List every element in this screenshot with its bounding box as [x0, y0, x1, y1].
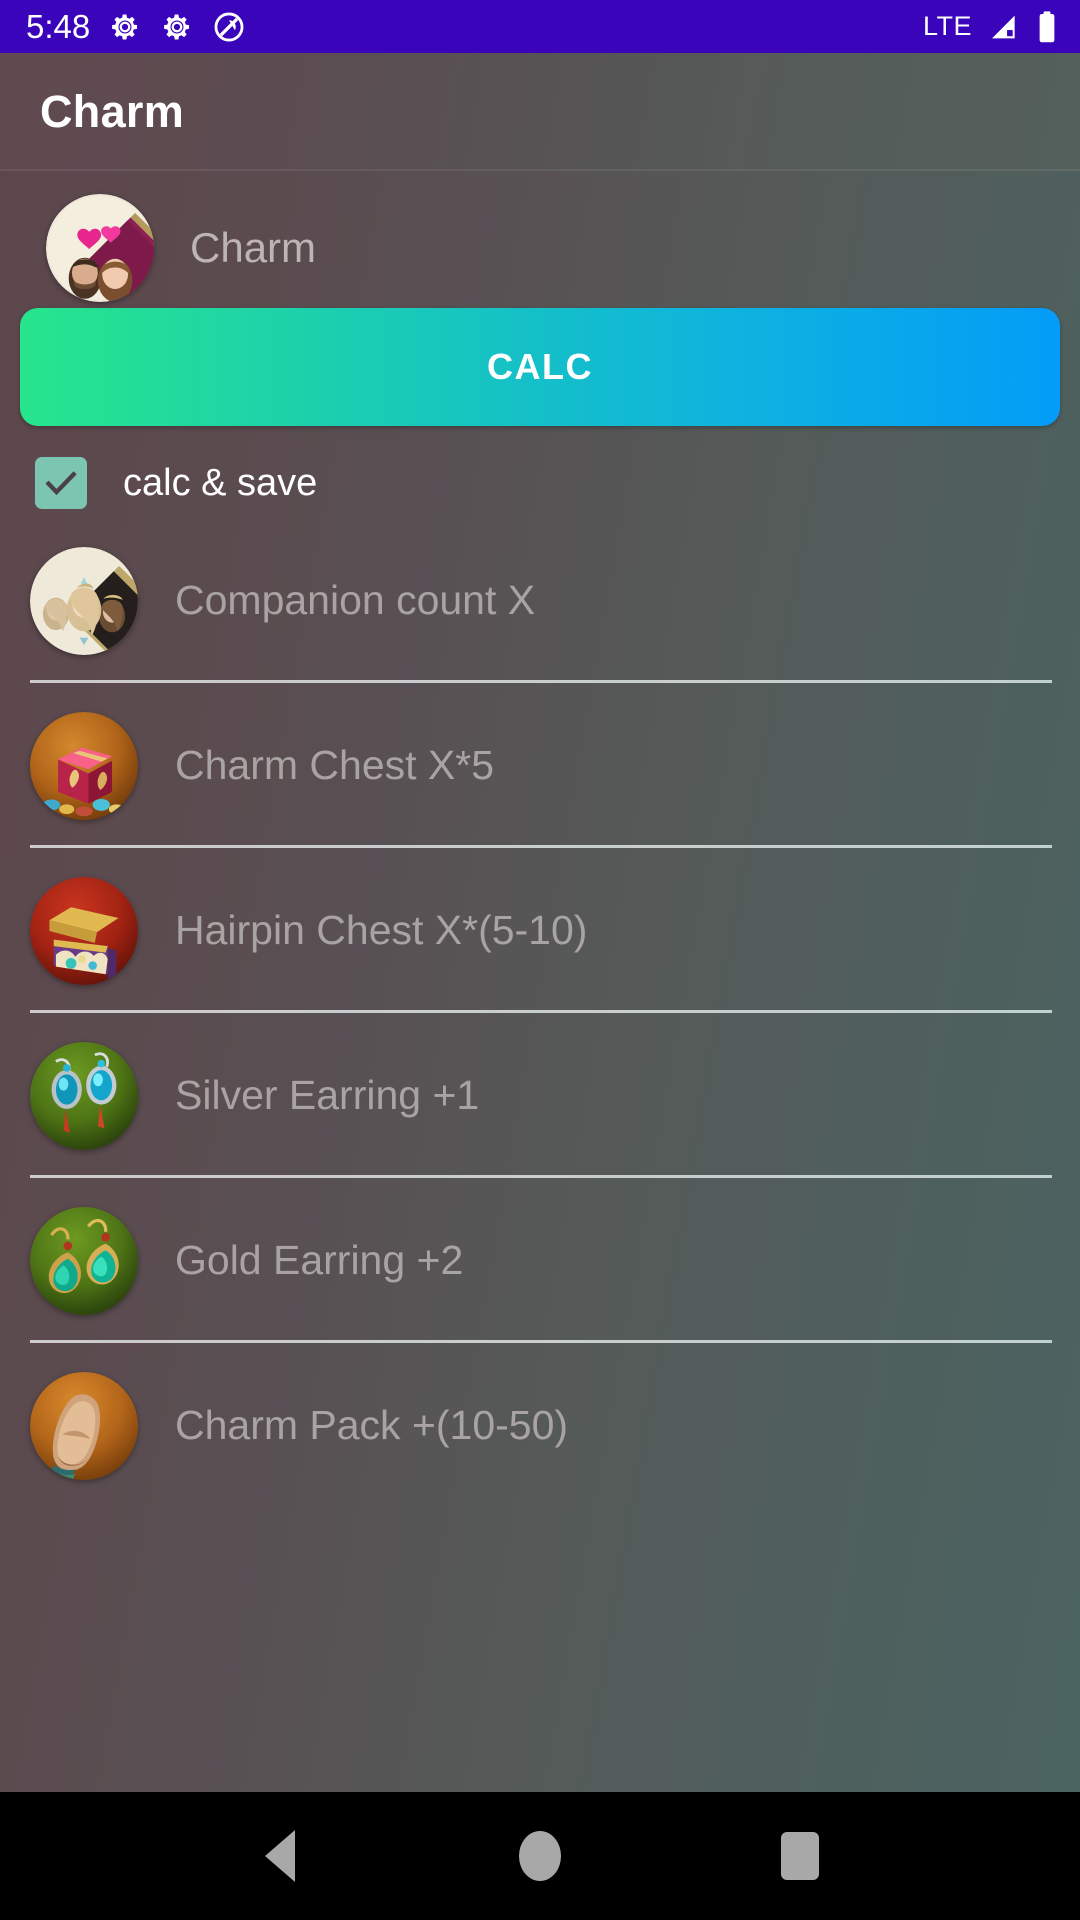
main-content: Charm CALC calc & save Companion count X…: [0, 171, 1080, 1792]
battery-icon: [1036, 10, 1058, 44]
list-item[interactable]: Hairpin Chest X*(5-10): [0, 848, 1080, 1013]
network-type-label: LTE: [922, 11, 972, 41]
list-item[interactable]: Companion count X: [0, 518, 1080, 683]
list-item[interactable]: Silver Earring +1: [0, 1013, 1080, 1178]
status-bar-left: 5:48: [26, 10, 246, 44]
app-bar: Charm: [0, 53, 1080, 171]
recents-button[interactable]: [745, 1801, 855, 1911]
list-item-label: Hairpin Chest X*(5-10): [175, 907, 588, 953]
phone-screen: 5:48 LTE Charm Charm CALC calc & save Co…: [0, 0, 1080, 1920]
home-icon: [519, 1831, 561, 1881]
list-item-label: Charm Chest X*5: [175, 742, 495, 788]
companions-icon: [30, 546, 138, 655]
recents-icon: [781, 1832, 819, 1880]
signal-icon: [986, 11, 1022, 43]
charm-header-row[interactable]: Charm: [0, 171, 1080, 302]
list-item-label: Companion count X: [175, 577, 536, 623]
do-not-disturb-icon: [212, 10, 246, 44]
list-item[interactable]: Gold Earring +2: [0, 1178, 1080, 1343]
calc-button-container: CALC: [0, 296, 1080, 426]
status-bar-right: LTE: [923, 10, 1058, 44]
calc-and-save-label: calc & save: [123, 461, 318, 504]
charm-couple-icon: [46, 193, 154, 302]
calc-and-save-checkbox[interactable]: [35, 457, 87, 509]
calc-and-save-row[interactable]: calc & save: [0, 426, 1080, 518]
charm-chest-icon: [30, 711, 138, 820]
list-item[interactable]: Charm Pack +(10-50): [0, 1343, 1080, 1508]
home-button[interactable]: [485, 1801, 595, 1911]
list-item-label: Charm Pack +(10-50): [175, 1402, 569, 1448]
list-item[interactable]: Charm Chest X*5: [0, 683, 1080, 848]
back-icon: [265, 1830, 295, 1882]
charm-pack-icon: [30, 1371, 138, 1480]
system-navigation-bar: [0, 1792, 1080, 1920]
calc-button[interactable]: CALC: [20, 308, 1060, 426]
gear-icon: [160, 10, 194, 44]
gear-icon: [108, 10, 142, 44]
gold-earring-icon: [30, 1206, 138, 1315]
hairpin-chest-icon: [30, 876, 138, 985]
charm-header-label: Charm: [190, 223, 317, 271]
silver-earring-icon: [30, 1041, 138, 1150]
status-bar: 5:48 LTE: [0, 0, 1080, 53]
back-button[interactable]: [225, 1801, 335, 1911]
page-title: Charm: [40, 86, 185, 137]
item-list: Companion count X Charm Chest X*5 Hairpi…: [0, 518, 1080, 1508]
list-item-label: Gold Earring +2: [175, 1237, 464, 1283]
status-bar-clock: 5:48: [26, 8, 91, 45]
list-item-label: Silver Earring +1: [175, 1072, 480, 1118]
